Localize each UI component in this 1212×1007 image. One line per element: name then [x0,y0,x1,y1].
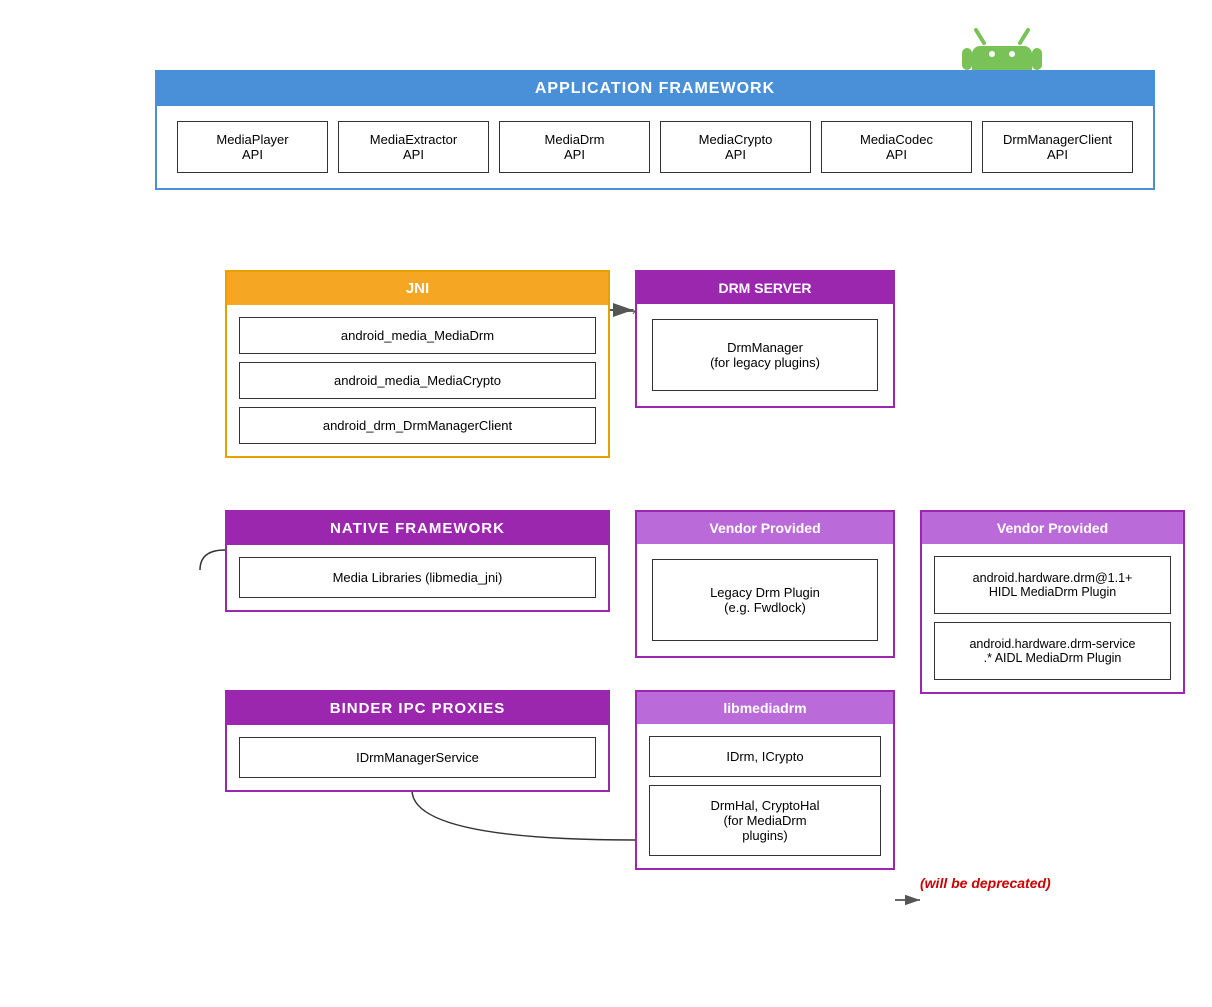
drm-server-box: DRM SERVER DrmManager(for legacy plugins… [635,270,895,408]
vendor2-box: Vendor Provided android.hardware.drm@1.1… [920,510,1185,694]
api-box-mediadrm: MediaDrmAPI [499,121,650,173]
binder-item: IDrmManagerService [239,737,596,778]
vendor1-box: Vendor Provided Legacy Drm Plugin(e.g. F… [635,510,895,658]
native-framework-box: NATIVE FRAMEWORK Media Libraries (libmed… [225,510,610,612]
diagram-container: APPLICATION FRAMEWORK MediaPlayerAPI Med… [0,0,1212,1007]
binder-header: BINDER IPC PROXIES [227,692,608,725]
native-framework-body: Media Libraries (libmedia_jni) [227,545,608,610]
app-framework-box: APPLICATION FRAMEWORK MediaPlayerAPI Med… [155,70,1155,190]
native-fw-item: Media Libraries (libmedia_jni) [239,557,596,598]
jni-body: android_media_MediaDrm android_media_Med… [227,305,608,456]
vendor1-header: Vendor Provided [637,512,893,544]
vendor2-body: android.hardware.drm@1.1+HIDL MediaDrm P… [922,544,1183,692]
api-box-drmmanagerclient: DrmManagerClientAPI [982,121,1133,173]
app-framework-header: APPLICATION FRAMEWORK [157,72,1153,106]
libmediadrm-item-1: IDrm, ICrypto [649,736,881,777]
libmediadrm-header: libmediadrm [637,692,893,724]
vendor2-item-1: android.hardware.drm@1.1+HIDL MediaDrm P… [934,556,1171,614]
libmediadrm-item-2: DrmHal, CryptoHal(for MediaDrmplugins) [649,785,881,856]
app-framework-body: MediaPlayerAPI MediaExtractorAPI MediaDr… [157,106,1153,188]
binder-body: IDrmManagerService [227,725,608,790]
jni-item-2: android_media_MediaCrypto [239,362,596,399]
jni-item-3: android_drm_DrmManagerClient [239,407,596,444]
drm-server-item: DrmManager(for legacy plugins) [652,319,878,391]
vendor1-item: Legacy Drm Plugin(e.g. Fwdlock) [652,559,878,641]
native-framework-header: NATIVE FRAMEWORK [227,512,608,545]
libmediadrm-box: libmediadrm IDrm, ICrypto DrmHal, Crypto… [635,690,895,870]
drm-server-header: DRM SERVER [637,272,893,304]
jni-item-1: android_media_MediaDrm [239,317,596,354]
api-box-mediaextractor: MediaExtractorAPI [338,121,489,173]
api-box-mediacodec: MediaCodecAPI [821,121,972,173]
api-box-mediaplayer: MediaPlayerAPI [177,121,328,173]
jni-header: JNI [227,272,608,305]
vendor1-body: Legacy Drm Plugin(e.g. Fwdlock) [637,544,893,656]
jni-box: JNI android_media_MediaDrm android_media… [225,270,610,458]
binder-box: BINDER IPC PROXIES IDrmManagerService [225,690,610,792]
drm-server-body: DrmManager(for legacy plugins) [637,304,893,406]
api-box-mediacrypto: MediaCryptoAPI [660,121,811,173]
vendor2-item-2: android.hardware.drm-service.* AIDL Medi… [934,622,1171,680]
vendor2-header: Vendor Provided [922,512,1183,544]
deprecated-text: (will be deprecated) [920,875,1051,891]
libmediadrm-body: IDrm, ICrypto DrmHal, CryptoHal(for Medi… [637,724,893,868]
